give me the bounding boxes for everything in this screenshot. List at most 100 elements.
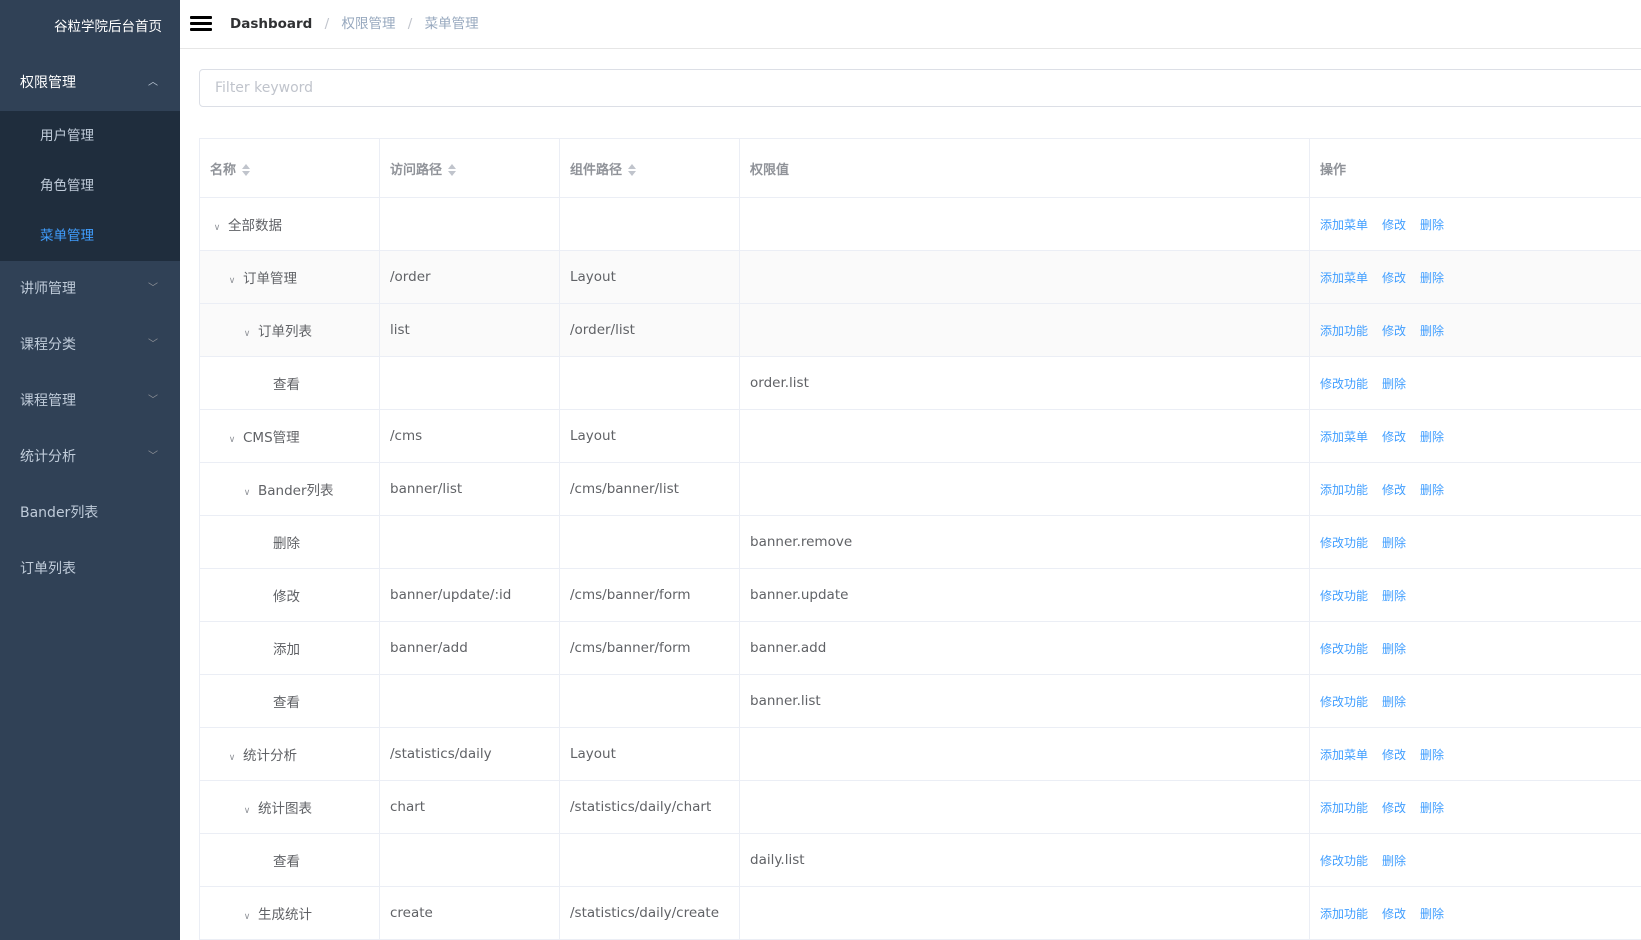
delete-button[interactable]: 删除 [1420, 430, 1444, 444]
delete-button[interactable]: 删除 [1420, 271, 1444, 285]
edit-button[interactable]: 修改 [1382, 483, 1406, 497]
table-row[interactable]: ∨ 统计图表 chart/statistics/daily/chart 添加功能 修改删… [199, 780, 1641, 834]
sidebar-item-role-management[interactable]: 角色管理 [0, 161, 180, 211]
table-row[interactable]: ∨ Bander列表 banner/list/cms/banner/list 添加功能… [199, 462, 1641, 516]
cell-name: 查看 [199, 356, 380, 410]
row-name: 统计分析 [243, 748, 297, 764]
chevron-down-icon[interactable]: ∨ [225, 276, 239, 286]
add-function-button[interactable]: 添加功能 [1320, 801, 1368, 815]
edit-button[interactable]: 修改 [1382, 430, 1406, 444]
sidebar-item-menu-management[interactable]: 菜单管理 [0, 211, 180, 261]
hamburger-menu-icon[interactable] [190, 13, 212, 35]
delete-button[interactable]: 删除 [1382, 854, 1406, 868]
table-row[interactable]: 查看 banner.list 修改功能 删除 [199, 674, 1641, 728]
cell-name: ∨ 生成统计 [199, 886, 380, 940]
edit-button[interactable]: 修改 [1382, 271, 1406, 285]
delete-button[interactable]: 删除 [1420, 801, 1444, 815]
table-row[interactable]: 删除 banner.remove 修改功能 删除 [199, 515, 1641, 569]
table-row[interactable]: 修改 banner/update/:id/cms/banner/form banne… [199, 568, 1641, 622]
add-function-button[interactable]: 添加功能 [1320, 483, 1368, 497]
table-row[interactable]: ∨ 统计分析/statistics/daily Layout 添加菜单 修改 删除 [199, 727, 1641, 781]
cell-permission-value [739, 727, 1310, 781]
column-header-name[interactable]: 名称 [199, 138, 380, 198]
cell-component: /cms/banner/form [559, 568, 740, 622]
add-function-button[interactable]: 添加功能 [1320, 324, 1368, 338]
column-header-component[interactable]: 组件路径 [559, 138, 740, 198]
sidebar-item-user-management[interactable]: 用户管理 [0, 111, 180, 161]
edit-function-button[interactable]: 修改功能 [1320, 695, 1368, 709]
edit-button[interactable]: 修改 [1382, 324, 1406, 338]
add-menu-button[interactable]: 添加菜单 [1320, 271, 1368, 285]
edit-function-button[interactable]: 修改功能 [1320, 377, 1368, 391]
sort-icon[interactable] [628, 164, 637, 176]
delete-button[interactable]: 删除 [1420, 218, 1444, 232]
row-name: 订单管理 [243, 271, 297, 287]
edit-button[interactable]: 修改 [1382, 218, 1406, 232]
sort-icon[interactable] [448, 164, 457, 176]
edit-function-button[interactable]: 修改功能 [1320, 589, 1368, 603]
row-name: 删除 [273, 536, 300, 552]
table-row[interactable]: 查看 order.list 修改功能 删除 [199, 356, 1641, 410]
delete-button[interactable]: 删除 [1420, 324, 1444, 338]
delete-button[interactable]: 删除 [1420, 907, 1444, 921]
cell-component: Layout [559, 409, 740, 463]
table-row[interactable]: ∨ 订单管理/order Layout 添加菜单 修改 删除 [199, 250, 1641, 304]
cell-permission-value [739, 250, 1310, 304]
cell-permission-value: order.list [739, 356, 1310, 410]
table-row[interactable]: 查看 daily.list 修改功能 删除 [199, 833, 1641, 887]
sidebar-group-permission[interactable]: 权限管理 ︿ [0, 55, 180, 111]
table-row[interactable]: 添加 banner/add/cms/banner/form banner.add 修改… [199, 621, 1641, 675]
edit-button[interactable]: 修改 [1382, 801, 1406, 815]
row-name: 统计图表 [258, 801, 312, 817]
delete-button[interactable]: 删除 [1382, 377, 1406, 391]
delete-button[interactable]: 删除 [1382, 695, 1406, 709]
delete-button[interactable]: 删除 [1382, 642, 1406, 656]
add-menu-button[interactable]: 添加菜单 [1320, 218, 1368, 232]
breadcrumb-dashboard[interactable]: Dashboard [230, 16, 312, 32]
add-menu-button[interactable]: 添加菜单 [1320, 748, 1368, 762]
chevron-down-icon[interactable]: ∨ [225, 753, 239, 763]
cell-permission-value: banner.update [739, 568, 1310, 622]
table-row[interactable]: ∨ 订单列表 list/order/list 添加功能 修改 删除 [199, 303, 1641, 357]
cell-path [379, 197, 560, 251]
chevron-down-icon[interactable]: ∨ [210, 223, 224, 233]
delete-button[interactable]: 删除 [1420, 483, 1444, 497]
delete-button[interactable]: 删除 [1382, 536, 1406, 550]
sidebar-group-statistics[interactable]: 统计分析 ﹀ [0, 429, 180, 485]
delete-button[interactable]: 删除 [1420, 748, 1444, 762]
cell-permission-value [739, 886, 1310, 940]
chevron-down-icon[interactable]: ∨ [240, 488, 254, 498]
cell-path [379, 515, 560, 569]
cell-component: Layout [559, 250, 740, 304]
column-header-path[interactable]: 访问路径 [379, 138, 560, 198]
edit-function-button[interactable]: 修改功能 [1320, 642, 1368, 656]
chevron-down-icon[interactable]: ∨ [240, 806, 254, 816]
edit-function-button[interactable]: 修改功能 [1320, 536, 1368, 550]
chevron-down-icon[interactable]: ∨ [225, 435, 239, 445]
sidebar-brand[interactable]: 谷粒学院后台首页 [0, 0, 180, 55]
sidebar-item-banner-list[interactable]: Bander列表 [0, 485, 180, 541]
sidebar-group-teacher[interactable]: 讲师管理 ﹀ [0, 261, 180, 317]
sidebar-item-order-list[interactable]: 订单列表 [0, 541, 180, 597]
sidebar-group-course[interactable]: 课程管理 ﹀ [0, 373, 180, 429]
edit-button[interactable]: 修改 [1382, 907, 1406, 921]
table-row[interactable]: ∨ 生成统计 create/statistics/daily/create 添加功能修… [199, 886, 1641, 940]
sidebar-group-course-category[interactable]: 课程分类 ﹀ [0, 317, 180, 373]
table-row[interactable]: ∨ CMS管理/cms Layout 添加菜单 修改 删除 [199, 409, 1641, 463]
delete-button[interactable]: 删除 [1382, 589, 1406, 603]
add-menu-button[interactable]: 添加菜单 [1320, 430, 1368, 444]
chevron-down-icon[interactable]: ∨ [240, 912, 254, 922]
column-header-permission-value: 权限值 [739, 138, 1310, 198]
chevron-down-icon[interactable]: ∨ [240, 329, 254, 339]
chevron-down-icon: ﹀ [148, 451, 158, 462]
edit-button[interactable]: 修改 [1382, 748, 1406, 762]
add-function-button[interactable]: 添加功能 [1320, 907, 1368, 921]
cell-component: /order/list [559, 303, 740, 357]
table-header-row: 名称 访问路径 组件路径 权限值 操作 [199, 138, 1641, 198]
table-row[interactable]: ∨ 全部数据 添加菜单 修改 删除 [199, 197, 1641, 251]
sort-icon[interactable] [242, 164, 251, 176]
cell-path: create [379, 886, 560, 940]
edit-function-button[interactable]: 修改功能 [1320, 854, 1368, 868]
cell-component: /cms/banner/form [559, 621, 740, 675]
filter-keyword-input[interactable] [199, 69, 1641, 107]
